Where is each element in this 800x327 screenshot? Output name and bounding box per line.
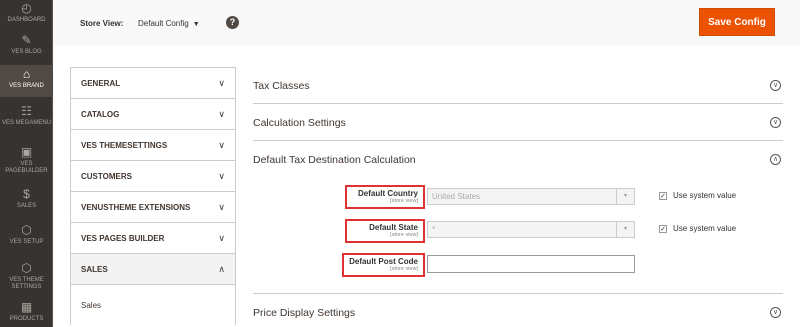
caret-down-icon: ▼ [192, 21, 200, 28]
tab-general[interactable]: GENERAL ∨ [71, 68, 235, 99]
field-scope: [store view] [390, 266, 418, 272]
tax-destination-fields: Default Country [store view] United Stat… [253, 178, 783, 294]
grid-icon: ☷ [21, 104, 32, 118]
tab-sales[interactable]: SALES ∧ [71, 254, 235, 285]
sub-item-label: Sales [81, 300, 102, 310]
section-title: Default Tax Destination Calculation [253, 154, 416, 166]
default-country-label: Default Country [store view] [345, 185, 425, 209]
tab-ves-themesettings[interactable]: VES THEMESETTINGS ∨ [71, 130, 235, 161]
checkbox-label: Use system value [673, 224, 737, 233]
pagebuilder-icon: ▣ [20, 145, 33, 159]
nav-dashboard[interactable]: ◴ DASHBOARD [0, 2, 53, 26]
store-view-value: Default Config [138, 19, 189, 28]
section-calculation-settings[interactable]: Calculation Settings ∨ [253, 104, 783, 141]
tab-label: CATALOG [81, 109, 120, 119]
select-arrow-icon: ▾ [616, 189, 634, 204]
store-view-switcher[interactable]: Default Config ▼ [138, 19, 200, 28]
field-label-text: Default State [369, 223, 418, 232]
nav-ves-megamenu[interactable]: ☷ VES MEGAMENU [0, 105, 53, 137]
config-tabs: GENERAL ∨ CATALOG ∨ VES THEMESETTINGS ∨ … [70, 67, 236, 325]
chevron-down-icon: ∨ [218, 77, 225, 88]
chevron-up-icon: ∧ [218, 263, 225, 274]
tab-catalog[interactable]: CATALOG ∨ [71, 99, 235, 130]
section-default-tax-destination[interactable]: Default Tax Destination Calculation ∧ [253, 141, 783, 178]
admin-sidebar: ◴ DASHBOARD ✎ VES BLOG ⌂ VES BRAND ☷ VES… [0, 0, 53, 327]
dashboard-icon: ◴ [21, 1, 32, 15]
save-config-button[interactable]: Save Config [699, 8, 775, 36]
default-postcode-input[interactable] [427, 255, 635, 273]
expand-icon[interactable]: ∨ [770, 80, 781, 91]
section-title: Tax Classes [253, 80, 310, 92]
expand-icon[interactable]: ∨ [770, 117, 781, 128]
nav-sales[interactable]: $ SALES [0, 188, 53, 214]
chevron-down-icon: ∨ [218, 232, 225, 243]
hexagon-icon: ⬡ [21, 261, 32, 275]
section-price-display-settings[interactable]: Price Display Settings ∨ [253, 294, 783, 327]
nav-ves-brand[interactable]: ⌂ VES BRAND [0, 65, 53, 97]
store-view-label: Store View: [80, 19, 124, 28]
checkbox-checked-icon[interactable]: ✓ [659, 191, 667, 200]
tab-label: VENUSTHEME EXTENSIONS [81, 202, 191, 212]
help-icon[interactable]: ? [226, 16, 239, 29]
hexagon-icon: ⬡ [21, 223, 32, 237]
state-use-system-value[interactable]: ✓ Use system value [659, 224, 736, 233]
tab-venustheme-extensions[interactable]: VENUSTHEME EXTENSIONS ∨ [71, 192, 235, 223]
field-label-text: Default Post Code [349, 257, 418, 266]
store-icon: ⌂ [22, 67, 31, 81]
checkbox-checked-icon[interactable]: ✓ [659, 224, 667, 233]
expand-icon[interactable]: ∨ [770, 307, 781, 318]
field-label-text: Default Country [358, 189, 418, 198]
config-sections: Tax Classes ∨ Calculation Settings ∨ Def… [253, 67, 783, 327]
field-scope: [store view] [390, 232, 418, 238]
nav-products[interactable]: ▦ PRODUCTS [0, 301, 53, 327]
tab-sub-item-sales[interactable]: Sales [71, 285, 235, 325]
chevron-down-icon: ∨ [218, 139, 225, 150]
nav-ves-theme-settings-label: VES THEME SETTINGS [9, 277, 44, 290]
default-state-label: Default State [store view] [345, 219, 425, 243]
select-value: * [432, 225, 436, 234]
nav-ves-theme-settings[interactable]: ⬡ VES THEME SETTINGS [0, 262, 53, 294]
nav-ves-pagebuilder[interactable]: ▣ VES PAGEBUILDER [0, 146, 53, 178]
nav-ves-pagebuilder-label: VES PAGEBUILDER [5, 161, 48, 174]
chevron-down-icon: ∨ [218, 108, 225, 119]
country-use-system-value[interactable]: ✓ Use system value [659, 191, 736, 200]
nav-ves-blog[interactable]: ✎ VES BLOG [0, 34, 53, 60]
section-tax-classes[interactable]: Tax Classes ∨ [253, 67, 783, 104]
default-state-select[interactable]: * ▾ [427, 221, 635, 238]
select-value: United States [432, 192, 481, 201]
nav-products-label: PRODUCTS [9, 316, 44, 322]
main-content: GENERAL ∨ CATALOG ∨ VES THEMESETTINGS ∨ … [54, 46, 800, 327]
pencil-icon: ✎ [21, 33, 32, 47]
tab-customers[interactable]: CUSTOMERS ∨ [71, 161, 235, 192]
tab-label: VES THEMESETTINGS [81, 140, 168, 150]
section-title: Calculation Settings [253, 117, 346, 129]
chevron-down-icon: ∨ [218, 201, 225, 212]
checkbox-label: Use system value [673, 191, 737, 200]
tab-ves-pages-builder[interactable]: VES PAGES BUILDER ∨ [71, 223, 235, 254]
nav-ves-blog-label: VES BLOG [11, 49, 42, 55]
chevron-down-icon: ∨ [218, 170, 225, 181]
collapse-icon[interactable]: ∧ [770, 154, 781, 165]
box-icon: ▦ [20, 300, 33, 314]
tab-label: CUSTOMERS [81, 171, 132, 181]
tab-label: VES PAGES BUILDER [81, 233, 165, 243]
section-title: Price Display Settings [253, 307, 356, 319]
dollar-icon: $ [23, 187, 30, 201]
select-arrow-icon: ▾ [616, 222, 634, 237]
tab-label: SALES [81, 264, 108, 274]
nav-ves-brand-label: VES BRAND [9, 83, 44, 89]
nav-ves-setup[interactable]: ⬡ VES SETUP [0, 224, 53, 250]
field-scope: [store view] [390, 198, 418, 204]
default-country-select[interactable]: United States ▾ [427, 188, 635, 205]
nav-ves-megamenu-label: VES MEGAMENU [1, 120, 51, 126]
page-actions-bar: Store View: Default Config ▼ ? Save Confi… [54, 0, 800, 46]
nav-ves-setup-label: VES SETUP [9, 239, 44, 245]
default-postcode-label: Default Post Code [store view] [342, 253, 425, 277]
nav-sales-label: SALES [16, 203, 37, 209]
nav-dashboard-label: DASHBOARD [7, 17, 46, 23]
tab-label: GENERAL [81, 78, 121, 88]
